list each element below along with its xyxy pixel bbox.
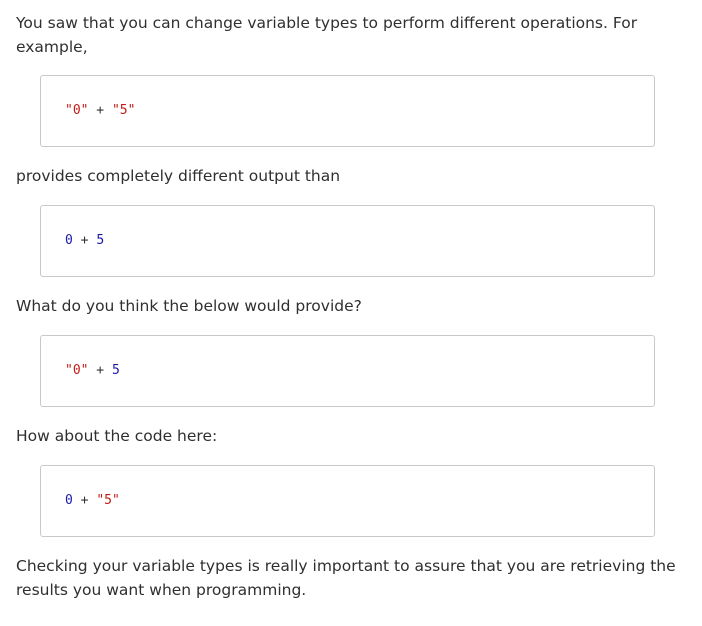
code-token-left: "0"	[65, 363, 89, 378]
code-line: "0" + "5"	[65, 102, 135, 120]
intro-paragraph: You saw that you can change variable typ…	[16, 14, 638, 56]
code-token-operator: +	[88, 363, 112, 378]
code-token-left: 0	[65, 493, 73, 508]
code-block-string-plus-number[interactable]: "0" + 5	[40, 335, 655, 407]
code-line: 0 + "5"	[65, 492, 120, 510]
code-token-left: 0	[65, 233, 73, 248]
code-block-number-plus-string[interactable]: 0 + "5"	[40, 465, 655, 537]
code-token-right: 5	[96, 233, 105, 248]
code-line: "0" + 5	[65, 362, 120, 380]
code-token-right: "5"	[96, 493, 120, 508]
code-line: 0 + 5	[65, 232, 104, 250]
code-token-right: 5	[111, 363, 120, 378]
code-block-string-plus-string[interactable]: "0" + "5"	[40, 75, 655, 147]
conclusion-paragraph: Checking your variable types is really i…	[16, 557, 676, 599]
code-token-operator: +	[88, 103, 112, 118]
code-token-operator: +	[72, 493, 97, 508]
question-paragraph: What do you think the below would provid…	[16, 297, 362, 315]
code-token-right: "5"	[111, 103, 136, 118]
code-token-operator: +	[72, 233, 97, 248]
code-block-number-plus-number[interactable]: 0 + 5	[40, 205, 655, 277]
code-token-left: "0"	[65, 103, 89, 118]
how-about-paragraph: How about the code here:	[16, 427, 218, 445]
after-first-paragraph: provides completely different output tha…	[16, 167, 341, 185]
